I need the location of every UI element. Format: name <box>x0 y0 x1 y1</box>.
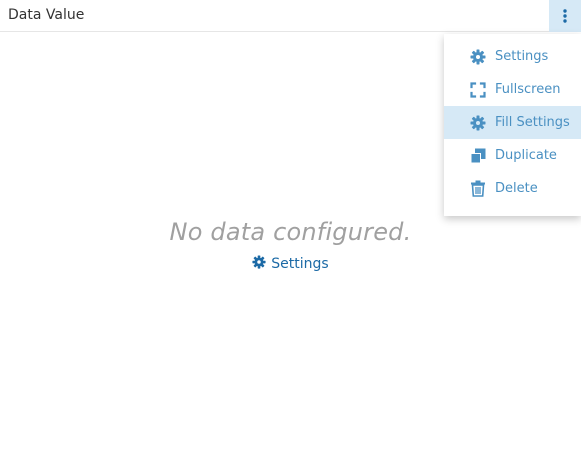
menu-item-label: Settings <box>495 49 549 64</box>
duplicate-icon <box>469 147 487 165</box>
menu-item-delete[interactable]: Delete <box>444 172 581 205</box>
menu-item-duplicate[interactable]: Duplicate <box>444 139 581 172</box>
gear-icon <box>252 254 266 273</box>
gear-icon <box>469 48 487 66</box>
trash-icon <box>469 180 487 198</box>
empty-state: No data configured. Settings <box>0 218 581 273</box>
menu-item-fill-settings[interactable]: Fill Settings <box>444 106 581 139</box>
fullscreen-icon <box>469 81 487 99</box>
empty-state-message: No data configured. <box>169 218 412 246</box>
data-value-widget: Data Value Settings Fullscreen Fill Sett… <box>0 0 581 464</box>
menu-item-label: Duplicate <box>495 148 557 163</box>
menu-item-label: Fill Settings <box>495 115 570 130</box>
widget-menu-button[interactable] <box>549 0 581 32</box>
widget-header: Data Value <box>0 0 581 32</box>
widget-title: Data Value <box>8 7 85 23</box>
empty-state-settings-link[interactable]: Settings <box>252 254 329 273</box>
vertical-ellipsis-icon <box>563 9 567 23</box>
menu-item-settings[interactable]: Settings <box>444 40 581 73</box>
empty-state-link-label: Settings <box>271 255 329 272</box>
gear-icon <box>469 114 487 132</box>
menu-item-fullscreen[interactable]: Fullscreen <box>444 73 581 106</box>
menu-item-label: Fullscreen <box>495 82 561 97</box>
menu-item-label: Delete <box>495 181 538 196</box>
widget-dropdown-menu: Settings Fullscreen Fill Settings Duplic… <box>444 34 581 216</box>
